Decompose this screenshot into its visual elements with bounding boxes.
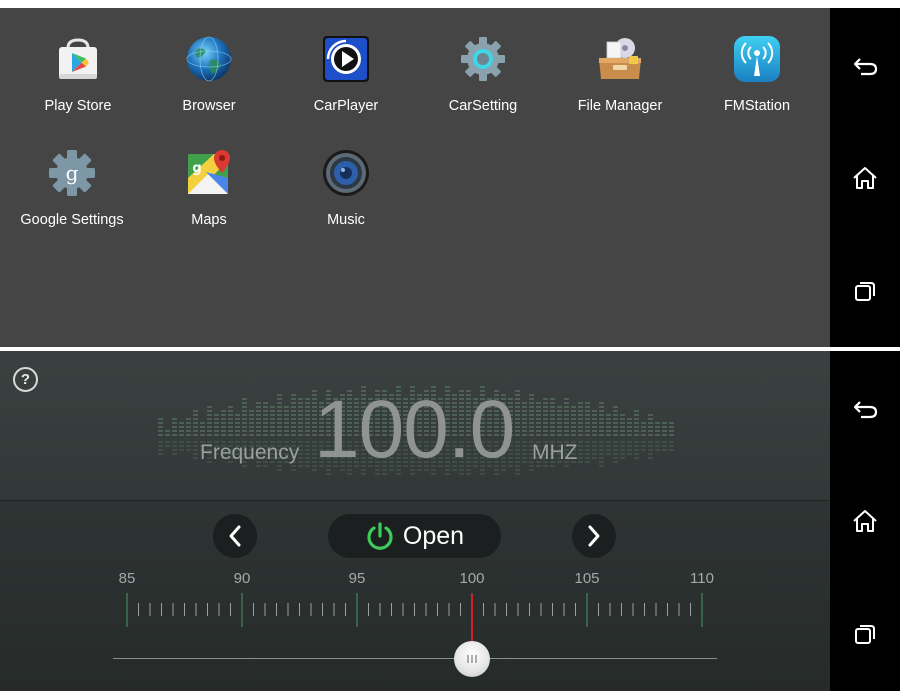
app-label: Music bbox=[327, 212, 365, 228]
home-icon bbox=[853, 167, 877, 189]
radio-app: Frequency 100.0 MHZ ? Open 85 90 95 100 … bbox=[0, 351, 830, 691]
recents-icon bbox=[855, 282, 875, 301]
app-grid: Play Store Browser CarPlayer CarSetting … bbox=[0, 8, 830, 347]
google-settings-icon: g bbox=[49, 150, 95, 196]
app-label: Google Settings bbox=[20, 212, 124, 228]
app-label: File Manager bbox=[577, 98, 663, 114]
video-player-icon bbox=[323, 36, 369, 82]
home-button[interactable] bbox=[850, 506, 880, 536]
navigation-bar bbox=[830, 8, 900, 347]
file-box-icon bbox=[599, 38, 641, 79]
home-icon bbox=[853, 510, 877, 532]
app-file-manager[interactable]: File Manager bbox=[556, 34, 684, 134]
globe-icon bbox=[186, 36, 232, 82]
maps-icon: g bbox=[188, 150, 230, 194]
app-carplayer[interactable]: CarPlayer bbox=[282, 34, 410, 134]
app-label: FMStation bbox=[723, 98, 791, 114]
app-label: Play Store bbox=[44, 98, 112, 114]
speaker-icon bbox=[323, 150, 369, 196]
app-carsetting[interactable]: CarSetting bbox=[419, 34, 547, 134]
gear-icon bbox=[461, 37, 505, 81]
app-music[interactable]: Music bbox=[282, 148, 410, 248]
back-icon bbox=[853, 401, 878, 419]
recents-icon bbox=[855, 625, 875, 644]
radio-screen: Frequency 100.0 MHZ ? Open 85 90 95 100 … bbox=[0, 351, 900, 691]
launcher-screen: Play Store Browser CarPlayer CarSetting … bbox=[0, 8, 900, 347]
app-browser[interactable]: Browser bbox=[145, 34, 273, 134]
svg-text:g: g bbox=[66, 161, 79, 185]
play-store-icon bbox=[59, 38, 97, 79]
app-maps[interactable]: g Maps bbox=[145, 148, 273, 248]
recents-button[interactable] bbox=[850, 276, 880, 306]
tuning-slider-track[interactable] bbox=[113, 658, 717, 659]
app-google-settings[interactable]: g Google Settings bbox=[8, 148, 136, 248]
frequency-scale: 85 90 95 100 105 110 bbox=[0, 351, 830, 691]
radio-tower-icon bbox=[734, 36, 780, 82]
back-icon bbox=[853, 58, 878, 76]
grip-icon bbox=[467, 655, 477, 663]
app-label: Maps bbox=[191, 212, 227, 228]
recents-button[interactable] bbox=[850, 619, 880, 649]
navigation-bar-radio bbox=[830, 351, 900, 691]
app-play-store[interactable]: Play Store bbox=[14, 34, 142, 134]
scale-ticks bbox=[126, 593, 703, 627]
app-label: CarSetting bbox=[448, 98, 518, 114]
app-label: CarPlayer bbox=[313, 98, 379, 114]
home-button[interactable] bbox=[850, 163, 880, 193]
back-button[interactable] bbox=[850, 51, 880, 81]
app-fmstation[interactable]: FMStation bbox=[693, 34, 821, 134]
svg-text:g: g bbox=[192, 161, 201, 176]
app-label: Browser bbox=[182, 98, 236, 114]
back-button[interactable] bbox=[850, 394, 880, 424]
tuning-slider-thumb[interactable] bbox=[454, 641, 490, 677]
